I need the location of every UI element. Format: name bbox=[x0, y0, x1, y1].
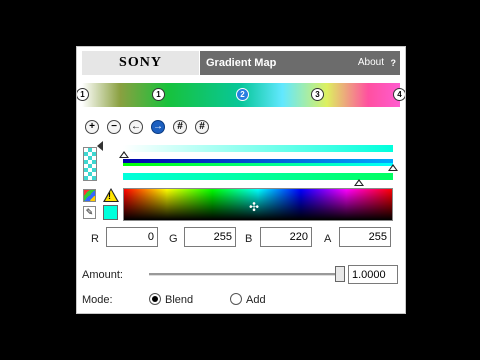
swatch-pointer-icon bbox=[97, 141, 103, 151]
amount-slider-thumb[interactable] bbox=[335, 266, 345, 282]
red-label: R bbox=[91, 233, 99, 245]
blue-field[interactable] bbox=[260, 227, 312, 247]
previous-stop-icon[interactable]: ← bbox=[129, 120, 143, 134]
alpha-slider-track[interactable] bbox=[123, 145, 393, 152]
alpha-preview-swatch bbox=[83, 147, 97, 181]
gradient-stop-selected[interactable]: 2 bbox=[236, 88, 249, 101]
about-link[interactable]: About bbox=[358, 51, 384, 75]
mode-label: Mode: bbox=[82, 294, 113, 306]
brand-logo: SONY bbox=[82, 51, 199, 75]
gradient-stop[interactable]: 3 bbox=[311, 88, 324, 101]
amount-slider-track[interactable] bbox=[149, 273, 339, 276]
remove-stop-icon[interactable]: − bbox=[107, 120, 121, 134]
alpha-field[interactable] bbox=[339, 227, 391, 247]
blend-radio[interactable] bbox=[149, 293, 161, 305]
help-icon[interactable]: ? bbox=[391, 51, 397, 75]
amount-field[interactable] bbox=[348, 265, 398, 284]
add-radio[interactable] bbox=[230, 293, 242, 305]
add-stop-icon[interactable]: + bbox=[85, 120, 99, 134]
spectrum-crosshair-icon: ✣ bbox=[248, 200, 260, 214]
tool-five-icon[interactable]: # bbox=[173, 120, 187, 134]
blue-slider-gradient bbox=[123, 159, 393, 163]
blue-slider-thumb[interactable] bbox=[388, 164, 398, 171]
current-color-swatch[interactable] bbox=[103, 205, 118, 220]
next-stop-icon[interactable]: → bbox=[151, 120, 165, 134]
palette-icon[interactable] bbox=[83, 189, 96, 202]
alpha-slider-thumb[interactable] bbox=[119, 151, 129, 158]
green-field[interactable] bbox=[184, 227, 236, 247]
blend-radio-label: Blend bbox=[165, 294, 194, 306]
gradient-stop[interactable]: 1 bbox=[77, 88, 89, 101]
amount-label: Amount: bbox=[82, 269, 123, 281]
gradient-stop[interactable]: 1 bbox=[152, 88, 165, 101]
tool-six-icon[interactable]: # bbox=[195, 120, 209, 134]
panel-header: SONY Gradient Map About ? bbox=[82, 51, 400, 75]
green-label: G bbox=[169, 233, 178, 245]
blue-label: B bbox=[245, 233, 253, 245]
panel-title: Gradient Map bbox=[206, 57, 277, 69]
eyedropper-icon[interactable]: ✎ bbox=[83, 206, 96, 219]
gradient-stop[interactable]: 4 bbox=[393, 88, 405, 101]
warning-icon bbox=[103, 188, 119, 202]
gradient-map-panel: SONY Gradient Map About ? 1 1 2 3 4 + − … bbox=[76, 46, 406, 314]
alpha-label: A bbox=[324, 233, 332, 245]
green-slider-thumb[interactable] bbox=[354, 179, 364, 186]
warning-mark: ! bbox=[108, 191, 111, 201]
red-field[interactable] bbox=[106, 227, 158, 247]
add-radio-label: Add bbox=[246, 294, 266, 306]
title-bar: Gradient Map About ? bbox=[200, 51, 400, 75]
gradient-preview-bar[interactable]: 1 1 2 3 4 bbox=[77, 83, 405, 107]
green-slider-track[interactable] bbox=[123, 173, 393, 180]
